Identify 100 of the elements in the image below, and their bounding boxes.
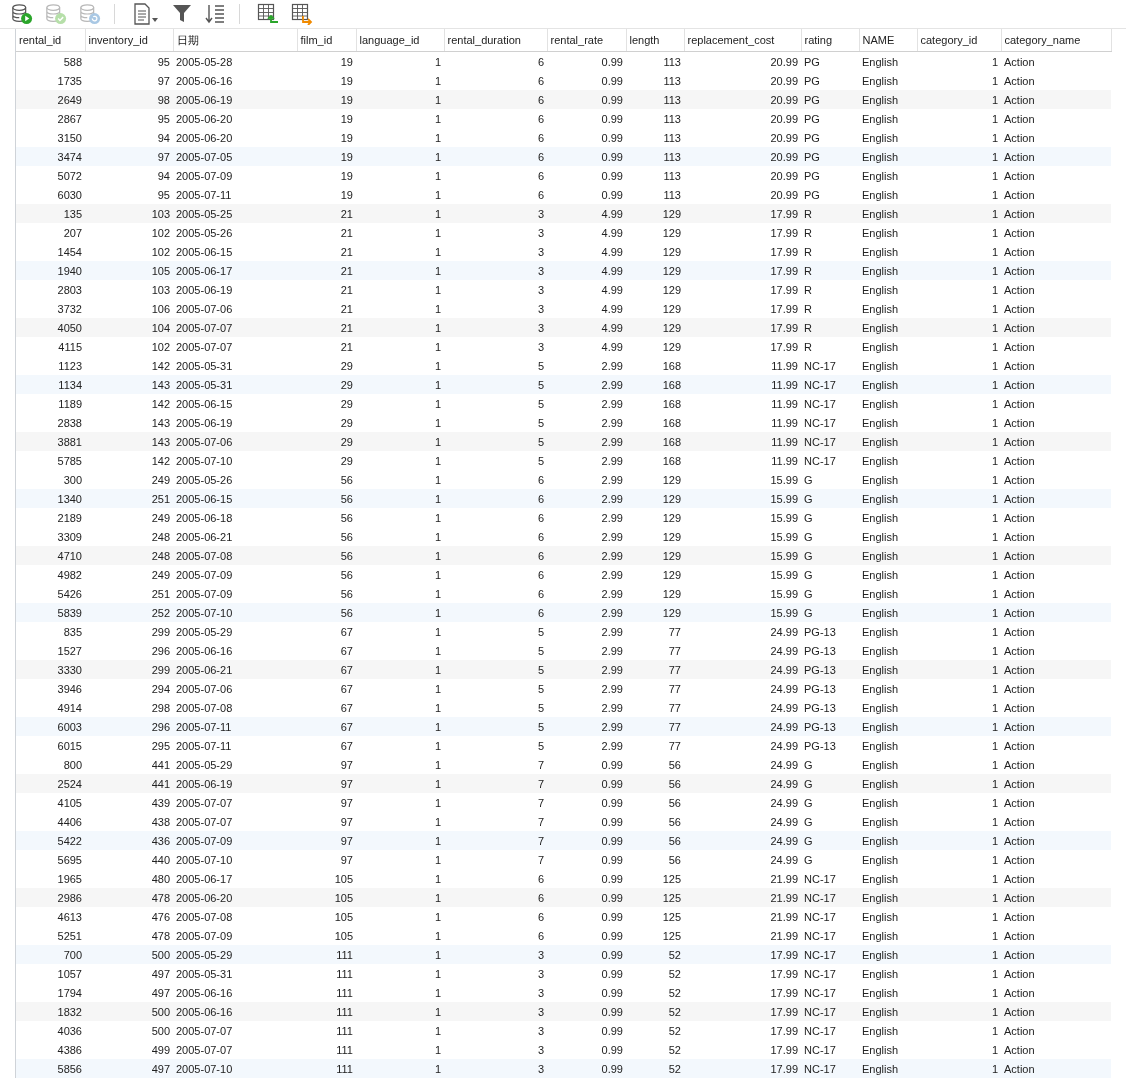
toolbar-button[interactable] — [10, 2, 34, 26]
table-cell: 111 — [297, 964, 356, 983]
column-header[interactable]: category_name — [1001, 29, 1111, 52]
column-header[interactable]: 日期 — [173, 29, 297, 52]
table-cell: English — [859, 166, 917, 185]
table-cell: Action — [1001, 90, 1111, 109]
column-header[interactable]: language_id — [356, 29, 444, 52]
table-cell: 5 — [444, 641, 547, 660]
table-cell: 6 — [444, 603, 547, 622]
table-cell: English — [859, 318, 917, 337]
column-header[interactable]: rating — [801, 29, 859, 52]
table-cell: 6 — [444, 185, 547, 204]
table-cell: 4.99 — [547, 299, 626, 318]
table-cell: NC-17 — [801, 356, 859, 375]
table-cell: 1 — [917, 698, 1001, 717]
toolbar-button[interactable] — [256, 2, 280, 26]
table-cell: 1 — [917, 280, 1001, 299]
table-cell: 3 — [444, 337, 547, 356]
table-cell: 497 — [85, 983, 173, 1002]
table-cell: English — [859, 1040, 917, 1059]
table-cell: 6 — [444, 869, 547, 888]
column-header[interactable]: rental_rate — [547, 29, 626, 52]
toolbar-button[interactable] — [290, 2, 314, 26]
table-cell: 24.99 — [684, 850, 801, 869]
table-cell: 15.99 — [684, 508, 801, 527]
table-cell: 2005-06-19 — [173, 90, 297, 109]
table-cell: 1 — [917, 1021, 1001, 1040]
table-cell: 2803 — [16, 280, 85, 299]
table-cell: 4613 — [16, 907, 85, 926]
column-header[interactable]: category_id — [917, 29, 1001, 52]
table-cell: English — [859, 831, 917, 850]
table-cell: G — [801, 470, 859, 489]
table-cell: 0.99 — [547, 945, 626, 964]
table-cell: 2.99 — [547, 394, 626, 413]
table-cell: 1 — [917, 869, 1001, 888]
table-cell: 1 — [356, 128, 444, 147]
table-cell: 142 — [85, 394, 173, 413]
toolbar-button[interactable] — [203, 2, 227, 26]
table-cell: 7 — [444, 793, 547, 812]
table-cell: 1 — [917, 90, 1001, 109]
table-cell: Action — [1001, 888, 1111, 907]
table-cell: 1 — [356, 90, 444, 109]
column-header[interactable]: NAME — [859, 29, 917, 52]
table-cell: 135 — [16, 204, 85, 223]
toolbar-button[interactable] — [131, 2, 161, 26]
table-cell: 2005-07-10 — [173, 850, 297, 869]
table-cell: English — [859, 1059, 917, 1078]
table-cell: 168 — [626, 432, 684, 451]
table-cell: 1 — [917, 432, 1001, 451]
table-cell: 1 — [917, 679, 1001, 698]
table-cell: 1 — [917, 584, 1001, 603]
table-cell: English — [859, 337, 917, 356]
table-cell: 105 — [297, 869, 356, 888]
column-header[interactable]: inventory_id — [85, 29, 173, 52]
table-cell: Action — [1001, 337, 1111, 356]
table-cell: NC-17 — [801, 1059, 859, 1078]
table-cell: 129 — [626, 546, 684, 565]
table-cell: 2.99 — [547, 641, 626, 660]
table-cell: 24.99 — [684, 622, 801, 641]
table-cell: 296 — [85, 641, 173, 660]
table-cell: 2005-05-31 — [173, 964, 297, 983]
table-cell: NC-17 — [801, 983, 859, 1002]
table-cell: 17.99 — [684, 223, 801, 242]
table-cell: Action — [1001, 109, 1111, 128]
table-cell: Action — [1001, 812, 1111, 831]
table-cell: 5 — [444, 622, 547, 641]
column-header[interactable]: rental_id — [16, 29, 85, 52]
table-cell: 19 — [297, 109, 356, 128]
table-cell: 19 — [297, 128, 356, 147]
column-header[interactable]: replacement_cost — [684, 29, 801, 52]
table-cell: 207 — [16, 223, 85, 242]
table-cell: 15.99 — [684, 584, 801, 603]
table-cell: G — [801, 565, 859, 584]
table-cell: 1 — [917, 261, 1001, 280]
table-cell: 0.99 — [547, 109, 626, 128]
table-cell: 2005-05-28 — [173, 51, 297, 71]
filter-icon — [172, 3, 192, 25]
table-cell: Action — [1001, 261, 1111, 280]
table-cell: 105 — [85, 261, 173, 280]
table-cell: 7 — [444, 850, 547, 869]
column-header[interactable]: rental_duration — [444, 29, 547, 52]
table-cell: 3150 — [16, 128, 85, 147]
column-header[interactable]: film_id — [297, 29, 356, 52]
table-cell: English — [859, 698, 917, 717]
table-cell: NC-17 — [801, 888, 859, 907]
table-cell: 2005-06-20 — [173, 888, 297, 907]
table-cell: 296 — [85, 717, 173, 736]
table-cell: 1 — [917, 375, 1001, 394]
column-header[interactable]: length — [626, 29, 684, 52]
table-cell: 56 — [626, 850, 684, 869]
table-cell: R — [801, 223, 859, 242]
table-cell: Action — [1001, 565, 1111, 584]
table-cell: 20.99 — [684, 51, 801, 71]
table-cell: G — [801, 508, 859, 527]
table-cell: Action — [1001, 850, 1111, 869]
table-cell: 299 — [85, 660, 173, 679]
table-cell: 95 — [85, 51, 173, 71]
table-cell: 1 — [356, 413, 444, 432]
table-cell: 19 — [297, 147, 356, 166]
table-cell: 0.99 — [547, 90, 626, 109]
